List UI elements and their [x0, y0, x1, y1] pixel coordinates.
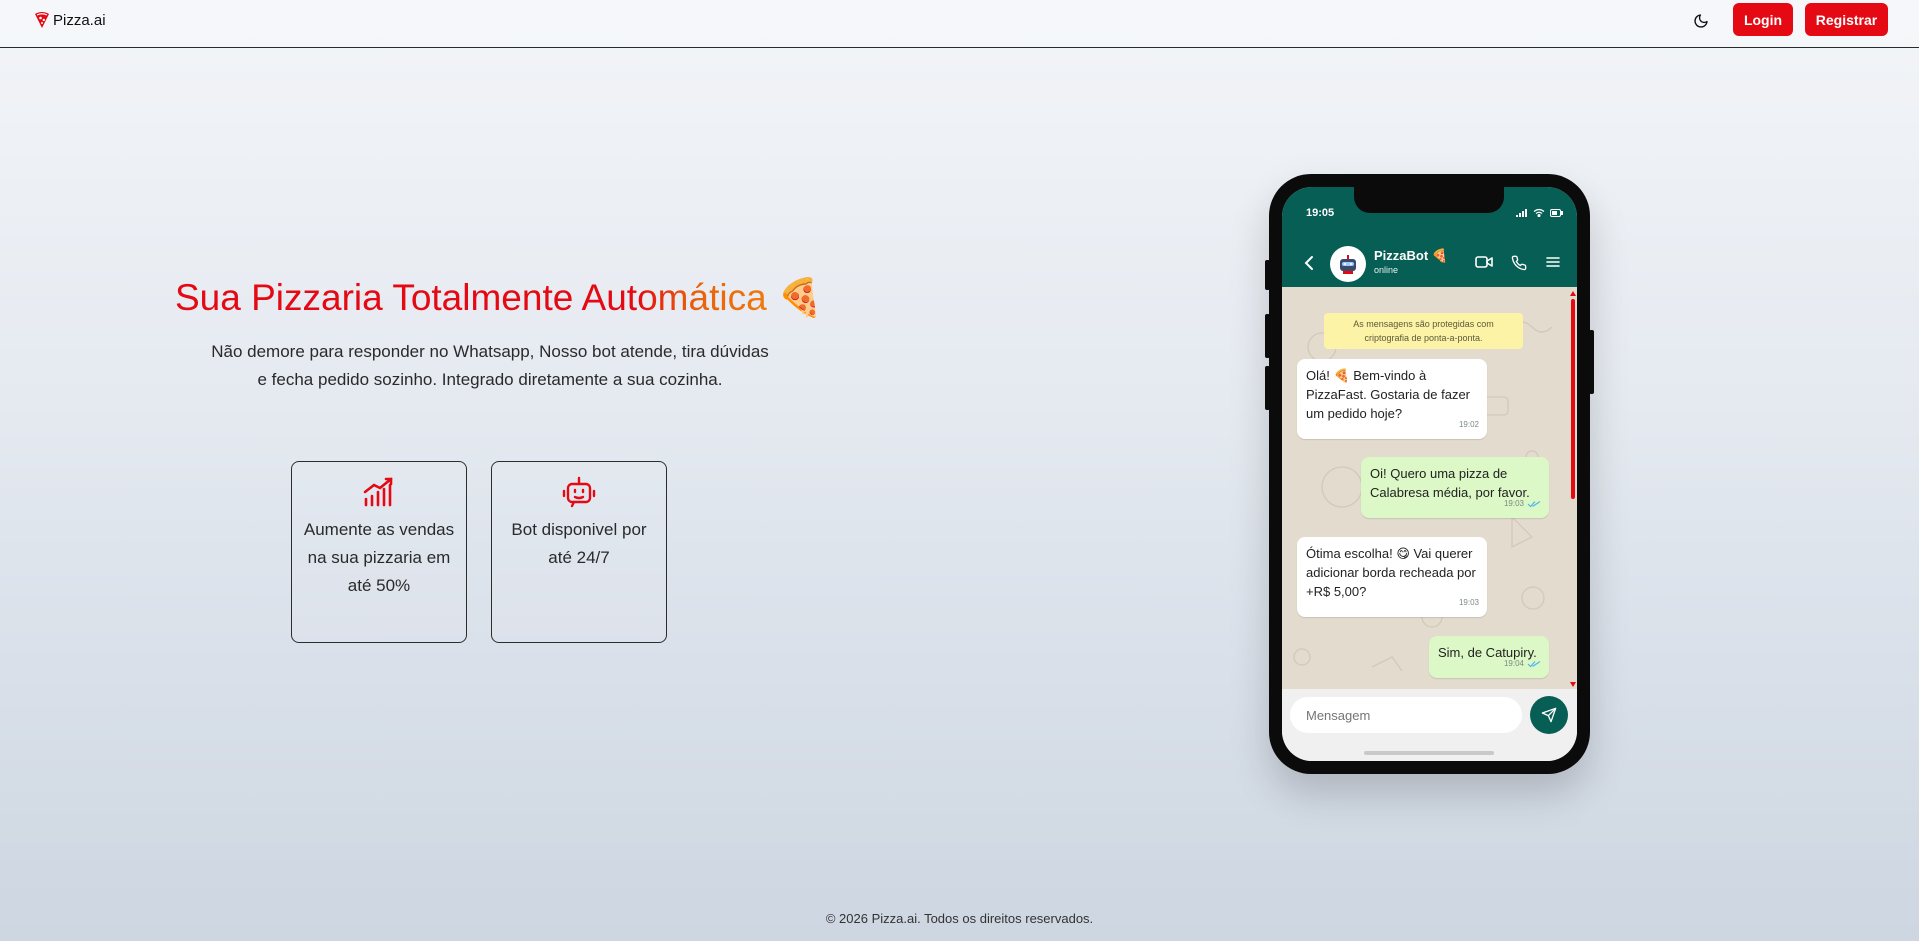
message-input-bar: [1282, 689, 1577, 761]
phone-side-button: [1589, 330, 1594, 394]
phone-call-icon[interactable]: [1511, 255, 1527, 271]
home-indicator: [1364, 751, 1494, 755]
feature-text: Bot disponivel por até 24/7: [511, 520, 647, 567]
robot-icon: [562, 476, 596, 508]
login-button[interactable]: Login: [1733, 3, 1793, 36]
send-button[interactable]: [1530, 696, 1568, 734]
hero-title: Sua Pizzaria Totalmente Automática 🍕: [175, 277, 835, 320]
back-arrow-icon[interactable]: [1304, 255, 1314, 271]
message-text: Olá! 🍕 Bem-vindo à PizzaFast. Gostaria d…: [1306, 368, 1471, 421]
top-navbar: Pizza.ai Login Registrar: [0, 0, 1919, 48]
scrollbar-down-arrow[interactable]: [1570, 682, 1576, 687]
brand-name: Pizza.ai: [53, 11, 106, 29]
encryption-notice: As mensagens são protegidas com criptogr…: [1324, 313, 1523, 349]
chart-growth-icon: [363, 477, 393, 507]
message-bubble-outgoing: Sim, de Catupiry. 19:04: [1429, 636, 1549, 678]
phone-mockup: 19:05 PizzaBot 🍕 online As mensagens são…: [1265, 174, 1594, 774]
phone-side-button: [1265, 260, 1270, 290]
robot-avatar-icon: [1340, 255, 1356, 274]
wifi-icon: [1533, 208, 1545, 217]
message-text: Ótima escolha! 😋 Vai querer adicionar bo…: [1306, 546, 1476, 599]
message-timestamp: 19:03: [1503, 499, 1524, 508]
double-check-icon: [1527, 500, 1541, 507]
avatar[interactable]: [1330, 246, 1366, 282]
hero-title-gradient: omática: [637, 277, 767, 318]
message-bubble-outgoing: Oi! Quero uma pizza de Calabresa média, …: [1361, 457, 1549, 518]
message-input[interactable]: [1290, 697, 1522, 733]
brand-logo-link[interactable]: Pizza.ai: [34, 11, 106, 29]
status-icons: [1516, 208, 1563, 217]
message-timestamp: 19:02: [1458, 420, 1479, 429]
message-time: 19:02: [1459, 415, 1479, 434]
feature-card-bot: Bot disponivel por até 24/7: [491, 461, 667, 643]
video-call-icon[interactable]: [1475, 255, 1493, 269]
feature-card-sales: Aumente as vendas na sua pizzaria em até…: [291, 461, 467, 643]
phone-notch: [1354, 187, 1504, 213]
double-check-icon: [1527, 660, 1541, 667]
register-button[interactable]: Registrar: [1805, 3, 1888, 36]
phone-screen: 19:05 PizzaBot 🍕 online As mensagens são…: [1282, 187, 1577, 761]
message-bubble-incoming: Olá! 🍕 Bem-vindo à PizzaFast. Gostaria d…: [1297, 359, 1487, 439]
scrollbar-up-arrow[interactable]: [1570, 291, 1576, 296]
battery-icon: [1550, 208, 1563, 217]
message-time: 19:04: [1504, 654, 1541, 673]
moon-icon: [1694, 14, 1708, 28]
phone-side-button: [1265, 366, 1270, 410]
whatsapp-header-bar: 19:05 PizzaBot 🍕 online: [1282, 187, 1577, 287]
message-timestamp: 19:04: [1503, 659, 1524, 668]
theme-toggle-button[interactable]: [1691, 11, 1711, 31]
message-timestamp: 19:03: [1458, 598, 1479, 607]
send-icon: [1541, 707, 1557, 723]
chat-scrollbar[interactable]: [1571, 299, 1575, 499]
chat-header: PizzaBot 🍕 online: [1282, 242, 1577, 284]
signal-icon: [1516, 209, 1527, 217]
footer-copyright: © 2026 Pizza.ai. Todos os direitos reser…: [825, 911, 1094, 926]
menu-icon[interactable]: [1546, 255, 1560, 269]
message-bubble-incoming: Ótima escolha! 😋 Vai querer adicionar bo…: [1297, 537, 1487, 617]
contact-status: online: [1374, 265, 1399, 275]
pizza-emoji: 🍕: [776, 277, 824, 318]
message-time: 19:03: [1459, 593, 1479, 612]
phone-side-button: [1265, 314, 1270, 358]
hero-description: Não demore para responder no Whatsapp, N…: [211, 342, 769, 389]
hero-title-main: Sua Pizzaria Totalmente Aut: [175, 277, 638, 318]
feature-text: Aumente as vendas na sua pizzaria em até…: [303, 520, 455, 595]
status-time: 19:05: [1306, 207, 1335, 219]
message-time: 19:03: [1504, 494, 1541, 513]
chat-messages-area[interactable]: As mensagens são protegidas com criptogr…: [1282, 287, 1577, 689]
contact-name: PizzaBot 🍕: [1374, 248, 1448, 263]
pizza-logo-icon: [35, 12, 49, 28]
